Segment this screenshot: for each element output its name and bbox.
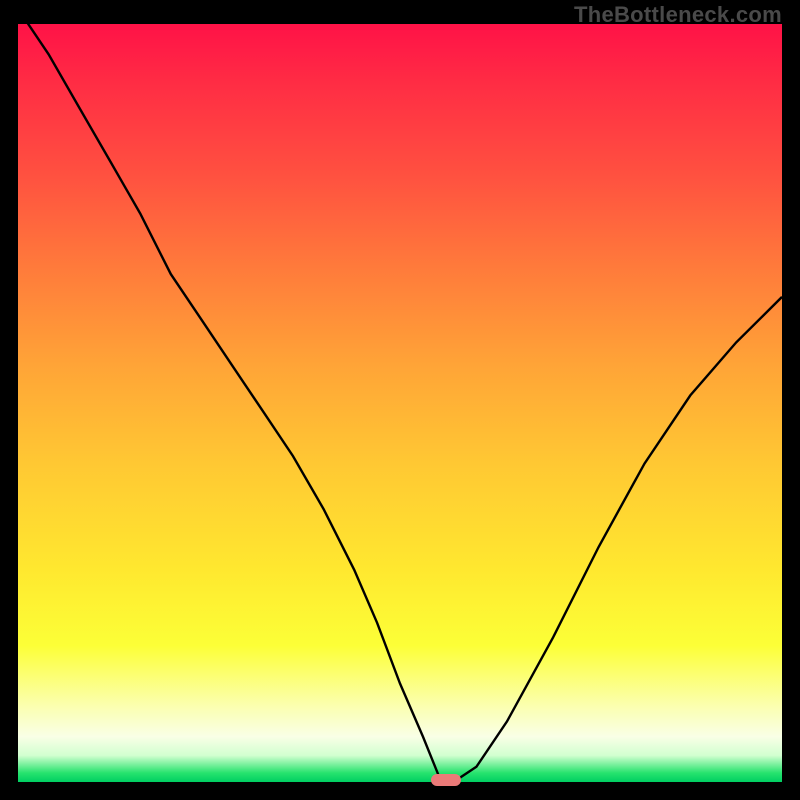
plot-area [18,24,782,782]
optimal-marker [431,774,461,786]
chart-frame: TheBottleneck.com [0,0,800,800]
bottleneck-curve [18,24,782,782]
watermark-text: TheBottleneck.com [574,2,782,28]
